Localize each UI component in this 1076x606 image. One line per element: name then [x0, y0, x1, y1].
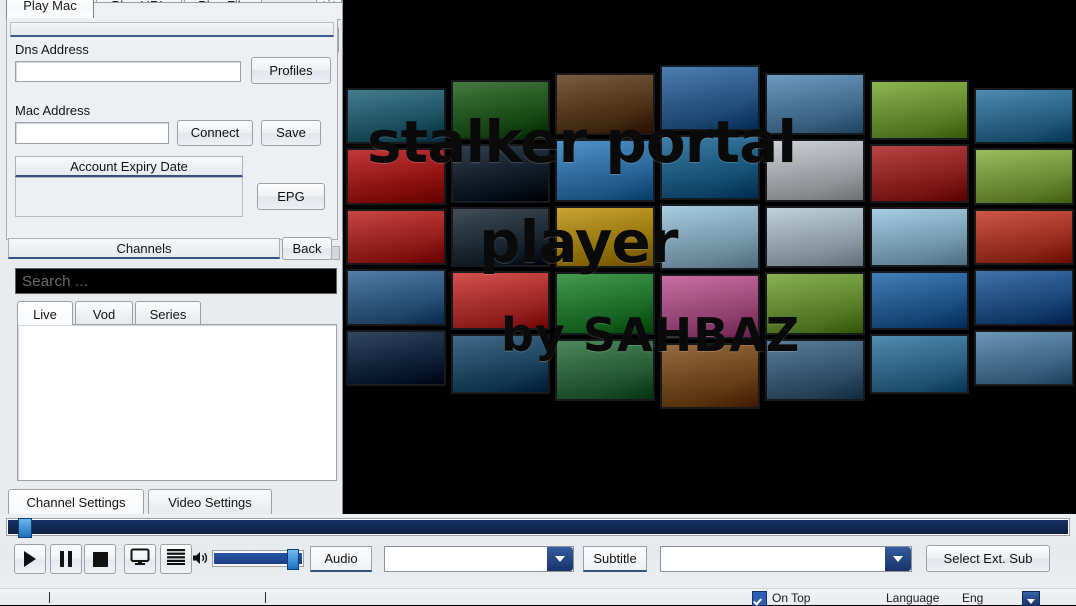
tab-video-settings-label: Video Settings	[168, 495, 252, 510]
pause-button[interactable]	[50, 544, 82, 574]
audio-track-select[interactable]	[384, 546, 574, 572]
list-icon	[167, 548, 185, 570]
monitor-icon	[130, 548, 150, 571]
tab-channel-settings[interactable]: Channel Settings	[8, 489, 144, 514]
settings-tabstrip: Channel Settings Video Settings	[8, 489, 338, 514]
chevron-down-icon-2[interactable]	[885, 547, 911, 571]
dns-address-input[interactable]	[15, 61, 241, 82]
panel-top-divider	[10, 22, 334, 37]
tab-series[interactable]: Series	[135, 301, 201, 325]
language-value: Eng	[962, 591, 984, 605]
content-tabstrip: Live Vod Series	[17, 301, 337, 325]
volume-slider[interactable]	[212, 549, 304, 570]
seek-thumb[interactable]	[18, 518, 32, 538]
stop-icon	[92, 551, 108, 567]
application-window: Play Mac Play URL Play File ?	[0, 0, 1076, 606]
tab-play-mac-label: Play Mac	[23, 0, 77, 13]
play-icon	[24, 551, 36, 567]
profiles-button[interactable]: Profiles	[251, 57, 331, 84]
mac-address-input[interactable]	[15, 122, 169, 144]
video-title-line3: by SAHBAZ	[501, 308, 801, 362]
status-bar: On Top Language Eng	[0, 588, 1076, 606]
on-top-label: On Top	[772, 591, 811, 605]
seek-slider[interactable]	[6, 518, 1070, 538]
pause-icon	[60, 551, 72, 567]
stop-button[interactable]	[84, 544, 116, 574]
save-button[interactable]: Save	[261, 120, 321, 146]
left-control-panel: Play Mac Play URL Play File ?	[0, 0, 343, 514]
video-title-line1: stalker portal	[367, 108, 797, 176]
back-button[interactable]: Back	[282, 237, 332, 260]
video-title-line2: player	[479, 208, 679, 276]
volume-thumb[interactable]	[287, 549, 299, 570]
account-expiry-date-label: Account Expiry Date	[15, 156, 243, 177]
status-separator-2	[265, 592, 266, 603]
channels-button[interactable]: Channels	[8, 238, 280, 259]
video-surface[interactable]: stalker portal player by SAHBAZ	[343, 0, 1076, 514]
tab-series-label: Series	[149, 307, 187, 322]
select-ext-sub-button[interactable]: Select Ext. Sub	[926, 545, 1050, 572]
tab-vod-label: Vod	[92, 307, 116, 322]
video-title-overlay: stalker portal player by SAHBAZ	[343, 0, 1076, 514]
tab-play-mac[interactable]: Play Mac	[6, 0, 94, 18]
status-separator-1	[49, 592, 50, 603]
epg-button[interactable]: EPG	[257, 183, 325, 210]
subtitle-track-select[interactable]	[660, 546, 912, 572]
fullscreen-button[interactable]	[124, 544, 156, 574]
playlist-button[interactable]	[160, 544, 192, 574]
tab-vod[interactable]: Vod	[75, 301, 133, 325]
subtitle-label: Subtitle	[583, 546, 647, 572]
mac-address-label: Mac Address	[15, 103, 91, 118]
language-label: Language	[886, 591, 940, 605]
connection-panel: Dns Address Profiles Mac Address Connect…	[6, 18, 338, 240]
play-button[interactable]	[14, 544, 46, 574]
seek-track	[8, 520, 1068, 534]
tab-live[interactable]: Live	[17, 301, 73, 325]
player-controls: Audio Subtitle Select Ext. Sub On Top La…	[0, 514, 1076, 606]
tab-channel-settings-label: Channel Settings	[26, 495, 126, 510]
audio-label: Audio	[310, 546, 372, 572]
search-input[interactable]: Search ...	[15, 268, 337, 294]
chevron-down-icon[interactable]	[547, 547, 573, 571]
dns-address-label: Dns Address	[15, 42, 89, 57]
connect-button[interactable]: Connect	[177, 120, 253, 146]
channel-list[interactable]	[17, 324, 337, 481]
speaker-icon[interactable]	[192, 550, 210, 571]
panel-resize-grip[interactable]	[331, 246, 340, 260]
tab-video-settings[interactable]: Video Settings	[148, 489, 272, 514]
account-expiry-date-value	[15, 177, 243, 217]
main-tabstrip: Play Mac Play URL Play File	[6, 0, 343, 19]
tab-live-label: Live	[33, 307, 57, 322]
